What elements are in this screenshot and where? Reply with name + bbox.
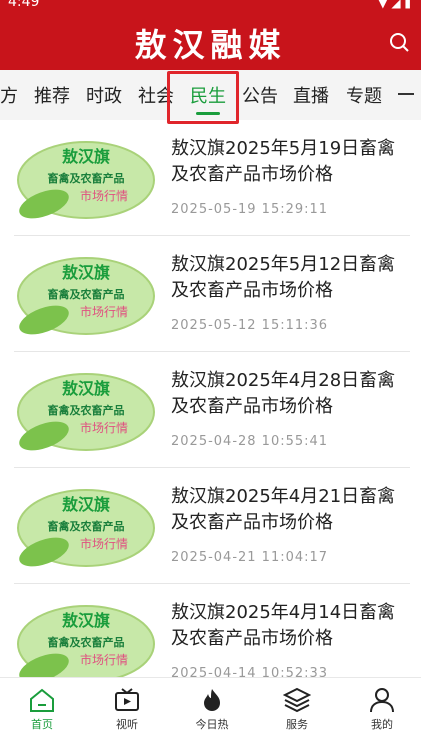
nav-service-label: 服务 — [286, 718, 308, 731]
thumbnail-line1: 敖汉旗 — [62, 147, 110, 166]
tab-live[interactable]: 直播 — [293, 82, 329, 108]
nav-profile-label: 我的 — [371, 718, 393, 731]
thumbnail-line2: 畜禽及农畜产品 — [48, 403, 125, 417]
thumbnail-line3: 市场行情 — [80, 536, 128, 551]
tab-fang[interactable]: 方 — [0, 82, 18, 108]
user-icon — [370, 688, 394, 713]
nav-home-label: 首页 — [31, 718, 53, 731]
news-thumbnail: 敖汉旗 畜禽及农畜产品 市场行情 — [14, 136, 158, 220]
nav-profile[interactable]: 我的 — [362, 686, 402, 732]
tab-special[interactable]: 专题 — [346, 82, 382, 108]
tv-icon — [115, 688, 139, 711]
thumbnail-line3: 市场行情 — [80, 420, 128, 435]
bottom-nav: 首页 视听 今日热 服务 我的 — [0, 677, 421, 731]
thumbnail-line1: 敖汉旗 — [62, 263, 110, 282]
thumbnail-line2: 畜禽及农畜产品 — [48, 519, 125, 533]
tab-recommend[interactable]: 推荐 — [34, 82, 70, 108]
nav-hot[interactable]: 今日热 — [192, 686, 232, 732]
more-tabs-icon[interactable] — [398, 93, 414, 95]
news-thumbnail: 敖汉旗 畜禽及农畜产品 市场行情 — [14, 368, 158, 452]
news-date: 2025-05-19 15:29:11 — [171, 202, 329, 217]
fire-icon — [204, 689, 220, 711]
news-date: 2025-05-12 15:11:36 — [171, 318, 329, 333]
news-title: 敖汉旗2025年5月19日畜禽及农畜产品市场价格 — [171, 138, 396, 185]
nav-home[interactable]: 首页 — [22, 686, 62, 732]
news-item[interactable]: 敖汉旗 畜禽及农畜产品 市场行情 敖汉旗2025年5月19日畜禽及农畜产品市场价… — [14, 120, 410, 236]
news-item[interactable]: 敖汉旗 畜禽及农畜产品 市场行情 敖汉旗2025年4月21日畜禽及农畜产品市场价… — [14, 468, 410, 584]
news-thumbnail: 敖汉旗 畜禽及农畜产品 市场行情 — [14, 252, 158, 336]
thumbnail-line2: 畜禽及农畜产品 — [48, 171, 125, 185]
news-title: 敖汉旗2025年4月14日畜禽及农畜产品市场价格 — [171, 602, 396, 649]
home-icon — [30, 688, 54, 712]
news-title: 敖汉旗2025年5月12日畜禽及农畜产品市场价格 — [171, 254, 396, 301]
nav-media[interactable]: 视听 — [107, 686, 147, 732]
tab-announcement[interactable]: 公告 — [242, 82, 278, 108]
thumbnail-line3: 市场行情 — [80, 188, 128, 203]
app-header: 4:49 ▼ ◢ ▮ 敖汉融媒 — [0, 0, 421, 70]
nav-service[interactable]: 服务 — [277, 686, 317, 732]
thumbnail-line1: 敖汉旗 — [62, 495, 110, 514]
thumbnail-line3: 市场行情 — [80, 652, 128, 667]
news-title: 敖汉旗2025年4月21日畜禽及农畜产品市场价格 — [171, 486, 396, 533]
thumbnail-line3: 市场行情 — [80, 304, 128, 319]
status-time: 4:49 — [8, 0, 40, 10]
nav-hot-label: 今日热 — [195, 718, 229, 731]
thumbnail-line1: 敖汉旗 — [62, 611, 110, 630]
news-title: 敖汉旗2025年4月28日畜禽及农畜产品市场价格 — [171, 370, 396, 417]
highlight-box — [167, 71, 239, 124]
news-date: 2025-04-21 11:04:17 — [171, 550, 329, 565]
tab-politics[interactable]: 时政 — [86, 82, 122, 108]
news-item[interactable]: 敖汉旗 畜禽及农畜产品 市场行情 敖汉旗2025年5月12日畜禽及农畜产品市场价… — [14, 236, 410, 352]
news-date: 2025-04-28 10:55:41 — [171, 434, 329, 449]
thumbnail-line1: 敖汉旗 — [62, 379, 110, 398]
thumbnail-line2: 畜禽及农畜产品 — [48, 635, 125, 649]
thumbnail-line2: 畜禽及农畜产品 — [48, 287, 125, 301]
app-title: 敖汉融媒 — [134, 26, 287, 64]
layers-icon — [283, 687, 311, 713]
news-thumbnail: 敖汉旗 畜禽及农畜产品 市场行情 — [14, 484, 158, 568]
news-thumbnail: 敖汉旗 畜禽及农畜产品 市场行情 — [14, 600, 158, 684]
search-icon[interactable] — [389, 32, 409, 52]
news-item[interactable]: 敖汉旗 畜禽及农畜产品 市场行情 敖汉旗2025年4月28日畜禽及农畜产品市场价… — [14, 352, 410, 468]
status-icons: ▼ ◢ ▮ — [378, 0, 411, 10]
nav-media-label: 视听 — [116, 718, 138, 731]
